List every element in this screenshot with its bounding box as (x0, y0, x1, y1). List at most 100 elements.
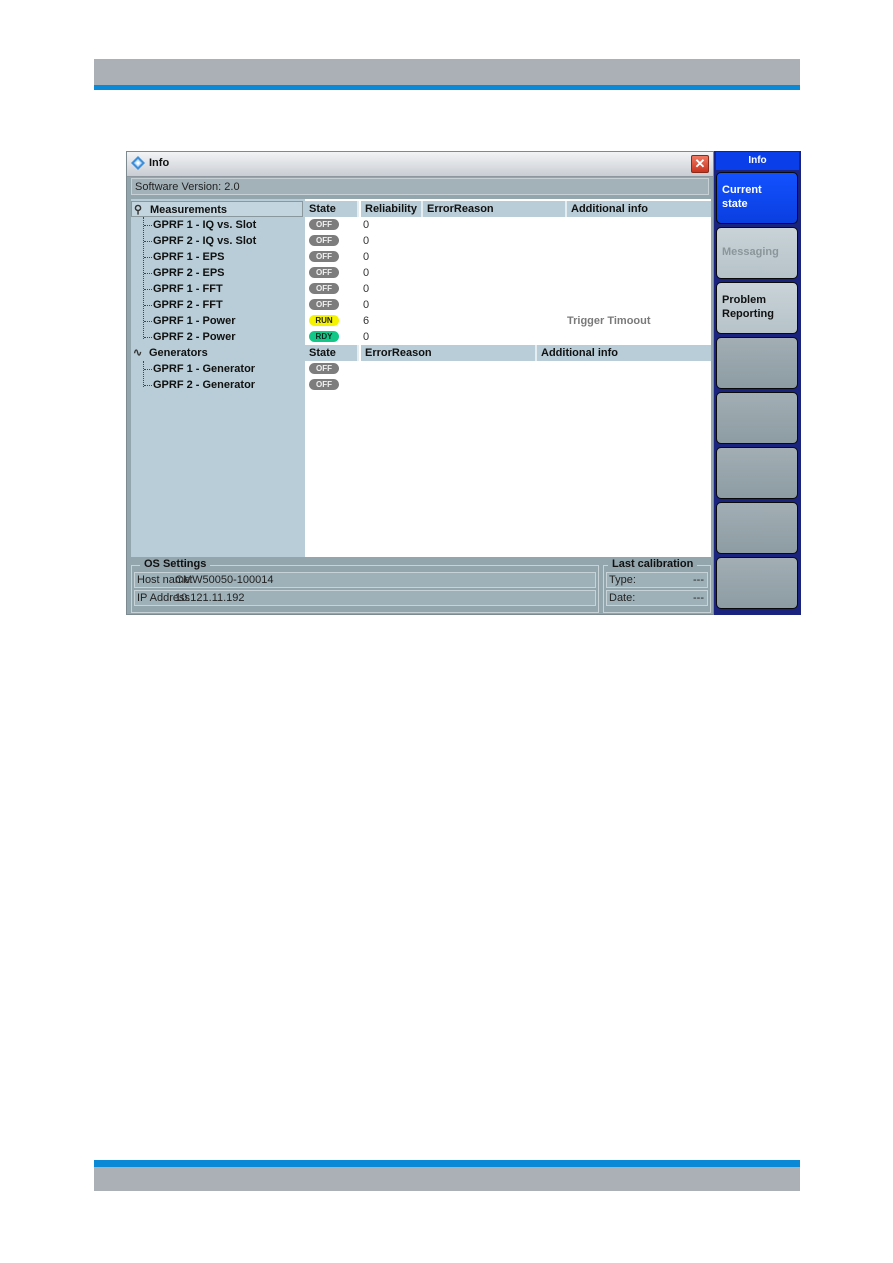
state-badge: OFF (309, 235, 339, 246)
tree-item-measurement[interactable]: GPRF 1 - EPS (153, 249, 225, 265)
tree-group-generators[interactable]: ∿ Generators (131, 345, 303, 361)
window-title: Info (149, 157, 170, 169)
calibration-date-value: --- (693, 592, 704, 604)
measurement-row: OFF 0 (305, 297, 711, 313)
state-badge: OFF (309, 283, 339, 294)
softkey-panel: Info Current state Messaging Problem Reporti… (714, 151, 801, 615)
info-window: Info ✕ Software Version: 2.0 ⚲ Measureme… (126, 151, 714, 615)
reliability-value: 0 (363, 267, 370, 279)
generator-row: OFF (305, 377, 711, 393)
reliability-value: 0 (363, 219, 370, 231)
reliability-value: 0 (363, 283, 370, 295)
close-button[interactable]: ✕ (691, 155, 709, 173)
reliability-value: 0 (363, 299, 370, 311)
softkey-empty (716, 502, 798, 554)
tree-item-measurement[interactable]: GPRF 2 - FFT (153, 297, 223, 313)
generator-row: OFF (305, 361, 711, 377)
last-calibration-legend: Last calibration (608, 558, 698, 570)
tree-item-measurement[interactable]: GPRF 2 - IQ vs. Slot (153, 233, 256, 249)
measurement-row: OFF 0 (305, 265, 711, 281)
software-version-label: Software Version: (135, 181, 222, 193)
softkey-label-line2: state (722, 198, 748, 210)
settings-area: OS Settings Host name: CMW50050-100014 I… (131, 557, 711, 613)
last-calibration-group: Last calibration Type: --- Date: --- (603, 558, 711, 613)
measurement-row: RUN 6 Trigger Timoout (305, 313, 711, 329)
calibration-date-label: Date: (609, 592, 636, 604)
calibration-date-field: Date: --- (606, 590, 708, 606)
host-name-field: Host name: CMW50050-100014 (134, 572, 596, 588)
tree-item-generator[interactable]: GPRF 1 - Generator (153, 361, 255, 377)
gen-col-state: State (305, 345, 359, 361)
reliability-value: 0 (363, 331, 370, 343)
generators-icon: ∿ (133, 347, 143, 359)
meas-col-state: State (305, 201, 359, 217)
component-tree: ⚲ Measurements GPRF 1 - IQ vs. Slot GPRF … (131, 199, 305, 557)
document-header-accent-line (94, 85, 800, 90)
info-app-icon (131, 156, 145, 170)
os-settings-legend: OS Settings (140, 558, 211, 570)
state-badge: OFF (309, 251, 339, 262)
tree-item-measurement[interactable]: GPRF 1 - Power (153, 313, 236, 329)
measurement-row: OFF 0 (305, 217, 711, 233)
softkey-label-line2: Reporting (722, 308, 774, 320)
close-icon: ✕ (694, 156, 706, 171)
software-version-bar: Software Version: 2.0 (131, 178, 709, 195)
tree-item-generator[interactable]: GPRF 2 - Generator (153, 377, 255, 393)
softkey-messaging: Messaging (716, 227, 798, 279)
softkey-empty (716, 337, 798, 389)
tree-connector (144, 273, 152, 274)
additional-info-value: Trigger Timoout (567, 315, 651, 327)
state-badge: OFF (309, 379, 339, 390)
reliability-value: 6 (363, 315, 370, 327)
tree-connector (144, 257, 152, 258)
state-badge: RDY (309, 331, 339, 342)
tree-connector (144, 385, 152, 386)
tree-connector (144, 321, 152, 322)
calibration-type-value: --- (693, 574, 704, 586)
tree-item-measurement[interactable]: GPRF 2 - EPS (153, 265, 225, 281)
document-footer-bar (94, 1167, 800, 1191)
tree-connector (144, 225, 152, 226)
softkey-panel-title: Info (716, 152, 799, 170)
measurement-row: OFF 0 (305, 281, 711, 297)
tree-item-measurement[interactable]: GPRF 1 - FFT (153, 281, 223, 297)
measurement-row: OFF 0 (305, 233, 711, 249)
state-badge: RUN (309, 315, 339, 326)
tree-group-label: Generators (149, 347, 208, 359)
tree-group-label: Measurements (150, 204, 228, 216)
meas-col-reliability: Reliability (361, 201, 423, 217)
software-version-value: 2.0 (224, 181, 240, 193)
softkey-empty (716, 392, 798, 444)
host-name-value: CMW50050-100014 (175, 574, 274, 586)
gen-col-error-reason: ErrorReason (361, 345, 537, 361)
tree-connector (144, 289, 152, 290)
softkey-problem[interactable]: Problem Reporting (716, 282, 798, 334)
measurement-row: OFF 0 (305, 249, 711, 265)
calibration-type-field: Type: --- (606, 572, 708, 588)
softkey-label-line1: Problem (722, 294, 767, 306)
state-badge: OFF (309, 219, 339, 230)
tree-item-measurement[interactable]: GPRF 1 - IQ vs. Slot (153, 217, 256, 233)
softkey-empty (716, 447, 798, 499)
meas-col-additional-info: Additional info (567, 201, 711, 217)
state-badge: OFF (309, 267, 339, 278)
tree-group-measurements[interactable]: ⚲ Measurements (131, 201, 303, 217)
tree-connector (144, 241, 152, 242)
reliability-value: 0 (363, 251, 370, 263)
tree-item-measurement[interactable]: GPRF 2 - Power (153, 329, 236, 345)
meas-col-error-reason: ErrorReason (423, 201, 567, 217)
document-header-bar (94, 59, 800, 85)
document-footer-accent-line (94, 1160, 800, 1167)
measurements-icon: ⚲ (134, 204, 143, 216)
tree-connector (143, 361, 144, 387)
softkey-empty (716, 557, 798, 609)
state-badge: OFF (309, 299, 339, 310)
calibration-type-label: Type: (609, 574, 636, 586)
softkey-current[interactable]: Current state (716, 172, 798, 224)
state-badge: OFF (309, 363, 339, 374)
softkey-label-line1: Messaging (722, 246, 779, 258)
gen-col-additional-info: Additional info (537, 345, 711, 361)
tree-connector (144, 369, 152, 370)
ip-address-field: IP Address 10.121.11.192 (134, 590, 596, 606)
tree-connector (144, 305, 152, 306)
